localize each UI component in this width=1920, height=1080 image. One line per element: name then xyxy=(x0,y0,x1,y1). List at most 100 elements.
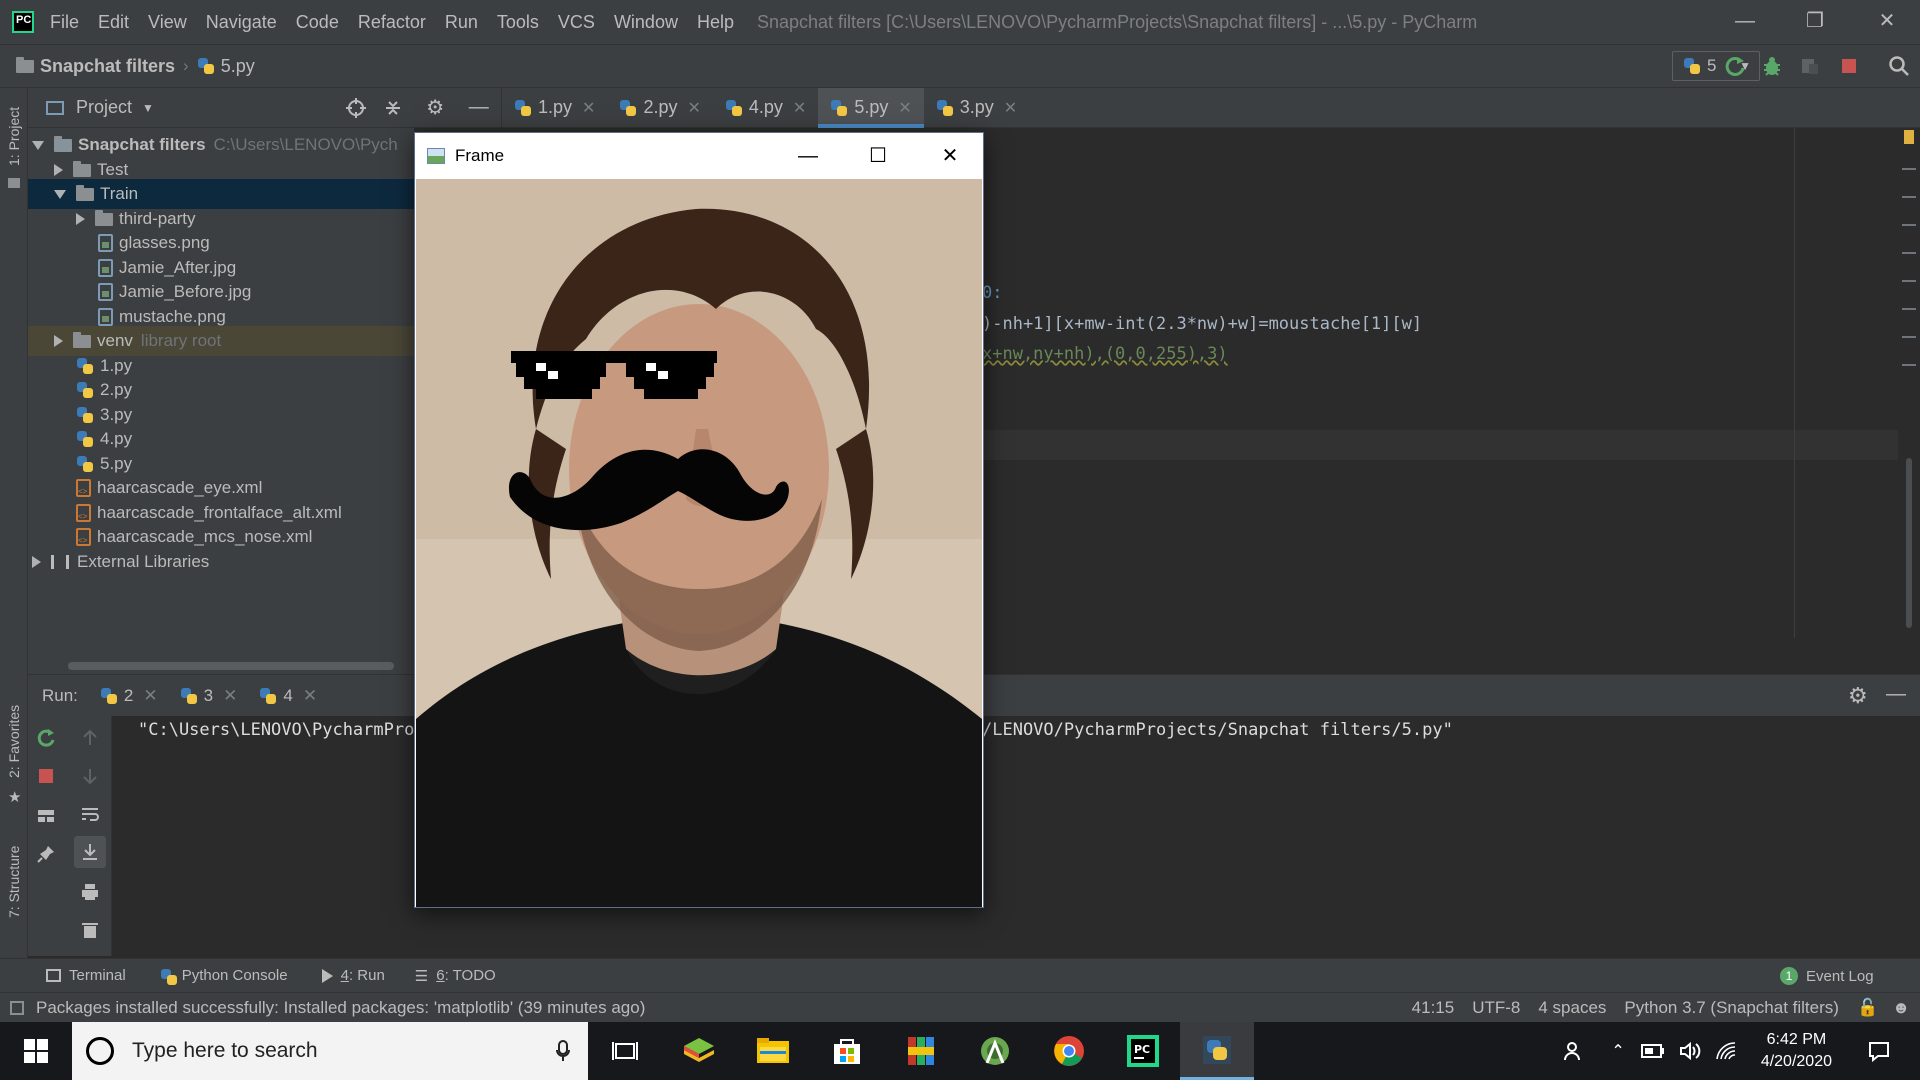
rerun-icon[interactable] xyxy=(1724,55,1746,77)
close-icon[interactable]: ✕ xyxy=(793,98,806,118)
taskbar-app-pycharm[interactable]: PC xyxy=(1106,1022,1180,1080)
run-configuration-select[interactable]: 5 ▼ xyxy=(1672,51,1760,81)
minimize-button[interactable]: — xyxy=(1730,6,1760,36)
menu-view[interactable]: View xyxy=(148,12,187,33)
expand-arrow-icon[interactable] xyxy=(76,213,85,225)
start-button[interactable] xyxy=(0,1022,72,1080)
tab-3py[interactable]: 3.py ✕ xyxy=(924,88,1029,128)
clock[interactable]: 6:42 PM 4/20/2020 xyxy=(1761,1029,1832,1073)
taskbar-app-bluestacks[interactable] xyxy=(662,1022,736,1080)
taskbar-app-android-studio[interactable] xyxy=(958,1022,1032,1080)
close-icon[interactable]: ✕ xyxy=(582,98,595,118)
python-console-tab[interactable]: Python Console xyxy=(160,967,288,985)
gear-icon[interactable]: ⚙ xyxy=(426,95,444,120)
stop-icon[interactable] xyxy=(1838,55,1860,77)
structure-tool-tab[interactable]: 7: Structure xyxy=(6,846,22,918)
chevron-up-icon[interactable]: ⌃ xyxy=(1611,1041,1624,1061)
close-button[interactable]: ✕ xyxy=(1872,6,1902,36)
project-view-label[interactable]: Project xyxy=(76,97,132,118)
volume-icon[interactable] xyxy=(1679,1041,1701,1061)
people-icon[interactable] xyxy=(1563,1040,1585,1062)
menu-code[interactable]: Code xyxy=(296,12,339,33)
expand-arrow-icon[interactable] xyxy=(54,164,63,176)
python-interpreter[interactable]: Python 3.7 (Snapchat filters) xyxy=(1624,998,1839,1018)
layout-icon[interactable] xyxy=(36,806,56,826)
debug-icon[interactable] xyxy=(1761,55,1783,77)
caret-position[interactable]: 41:15 xyxy=(1412,998,1455,1018)
expand-arrow-icon[interactable] xyxy=(54,335,63,347)
close-icon[interactable]: ✕ xyxy=(687,98,700,118)
tab-4py[interactable]: 4.py ✕ xyxy=(713,88,818,128)
close-icon[interactable]: ✕ xyxy=(143,686,157,706)
close-icon[interactable]: ✕ xyxy=(1004,98,1017,118)
terminal-tab[interactable]: Terminal xyxy=(46,967,126,984)
scroll-thumb[interactable] xyxy=(1906,458,1912,628)
inspector-icon[interactable]: ☻ xyxy=(1892,998,1910,1018)
hide-panel-icon[interactable]: — xyxy=(1886,683,1906,706)
horizontal-scrollbar[interactable] xyxy=(68,662,394,670)
breadcrumb-project[interactable]: Snapchat filters xyxy=(40,56,175,77)
scroll-to-end-icon[interactable] xyxy=(80,842,100,862)
menu-file[interactable]: File xyxy=(50,12,79,33)
taskbar-app-winrar[interactable] xyxy=(884,1022,958,1080)
frame-maximize-button[interactable]: ☐ xyxy=(863,141,893,171)
expand-arrow-icon[interactable] xyxy=(32,556,41,568)
coverage-icon[interactable] xyxy=(1799,55,1821,77)
menu-refactor[interactable]: Refactor xyxy=(358,12,426,33)
task-view-button[interactable] xyxy=(588,1022,662,1080)
status-message[interactable]: Packages installed successfully: Install… xyxy=(36,998,645,1018)
rerun-icon[interactable] xyxy=(36,728,56,748)
gear-icon[interactable]: ⚙ xyxy=(1848,683,1868,709)
taskbar-search-box[interactable]: Type here to search xyxy=(72,1022,588,1080)
close-icon[interactable]: ✕ xyxy=(223,686,237,706)
expand-arrow-icon[interactable] xyxy=(54,189,66,199)
editor-scrollbar[interactable] xyxy=(1898,128,1920,638)
battery-icon[interactable] xyxy=(1640,1044,1665,1058)
tool-windows-icon[interactable] xyxy=(10,1000,24,1015)
frame-window[interactable]: Frame — ☐ ✕ xyxy=(414,132,984,908)
frame-title-bar[interactable]: Frame — ☐ ✕ xyxy=(415,133,983,179)
soft-wrap-icon[interactable] xyxy=(80,804,100,824)
search-icon[interactable] xyxy=(1888,55,1910,77)
lock-icon[interactable]: 🔓 xyxy=(1857,998,1878,1018)
taskbar-app-file-explorer[interactable] xyxy=(736,1022,810,1080)
close-icon[interactable]: ✕ xyxy=(898,98,911,118)
arrow-down-icon[interactable] xyxy=(80,766,100,786)
menu-help[interactable]: Help xyxy=(697,12,734,33)
taskbar-app-python[interactable] xyxy=(1180,1022,1254,1080)
tree-item-external-libraries[interactable]: External Libraries xyxy=(28,547,414,577)
collapse-all-icon[interactable] xyxy=(384,98,402,118)
menu-navigate[interactable]: Navigate xyxy=(206,12,277,33)
warning-marker-icon[interactable] xyxy=(1904,130,1914,144)
menu-window[interactable]: Window xyxy=(614,12,678,33)
tab-1py[interactable]: 1.py ✕ xyxy=(502,88,607,128)
stop-icon[interactable] xyxy=(36,766,56,786)
favorites-tool-tab[interactable]: 2: Favorites xyxy=(6,705,22,778)
locate-icon[interactable] xyxy=(346,98,366,118)
microphone-icon[interactable] xyxy=(556,1040,570,1062)
expand-arrow-icon[interactable] xyxy=(32,140,44,150)
taskbar-app-store[interactable] xyxy=(810,1022,884,1080)
print-icon[interactable] xyxy=(80,882,100,902)
tab-2py[interactable]: 2.py ✕ xyxy=(607,88,712,128)
notification-icon[interactable] xyxy=(1868,1040,1890,1062)
hide-panel-icon[interactable]: — xyxy=(469,96,489,119)
file-encoding[interactable]: UTF-8 xyxy=(1472,998,1520,1018)
trash-icon[interactable] xyxy=(80,920,100,940)
run-tab-3[interactable]: 3 ✕ xyxy=(180,686,237,706)
indent-setting[interactable]: 4 spaces xyxy=(1538,998,1606,1018)
chevron-down-icon[interactable]: ▼ xyxy=(142,101,154,115)
menu-run[interactable]: Run xyxy=(445,12,478,33)
frame-close-button[interactable]: ✕ xyxy=(935,141,965,171)
tab-5py[interactable]: 5.py ✕ xyxy=(818,87,925,128)
project-tool-tab[interactable]: 1: Project xyxy=(6,107,22,166)
run-tab-2[interactable]: 2 ✕ xyxy=(100,686,158,706)
run-tab-4[interactable]: 4 ✕ xyxy=(259,686,317,706)
menu-tools[interactable]: Tools xyxy=(497,12,539,33)
frame-minimize-button[interactable]: — xyxy=(793,141,823,171)
run-tab[interactable]: 4 : Run xyxy=(321,967,385,984)
pin-icon[interactable] xyxy=(36,844,56,864)
breadcrumb-file[interactable]: 5.py xyxy=(221,56,255,77)
menu-vcs[interactable]: VCS xyxy=(558,12,595,33)
restore-button[interactable]: ❐ xyxy=(1800,6,1830,36)
